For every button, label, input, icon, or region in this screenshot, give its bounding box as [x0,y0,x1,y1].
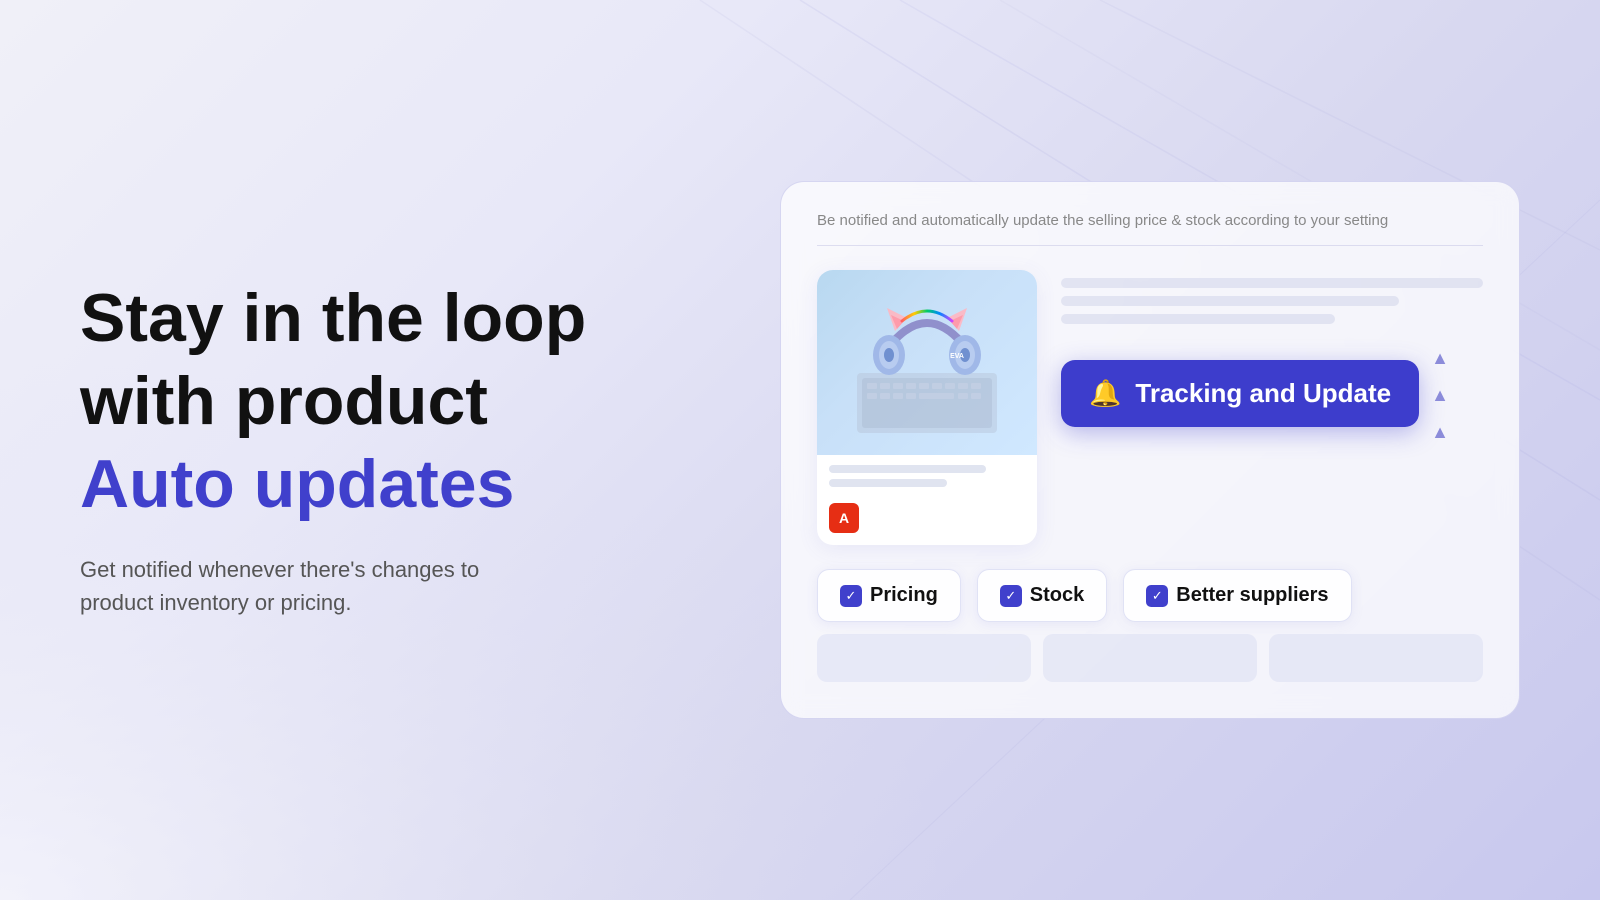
faded-box-2 [1043,634,1257,682]
svg-text:EVA: EVA [950,353,964,360]
check-icon-pricing: ✓ [840,585,862,607]
card-right-content: 🔔 Tracking and Update ▲ ▲ ▲ [1061,270,1483,443]
bottom-faded-row [817,634,1483,682]
headline-line2: with product [80,364,586,439]
card-subtitle: Be notified and automatically update the… [817,212,1483,246]
checkboxes-row: ✓ Pricing ✓ Stock ✓ Better suppliers [817,569,1483,622]
description-text: Get notified whenever there's changes to… [80,553,510,619]
checkbox-stock[interactable]: ✓ Stock [977,569,1107,622]
headline-accent: Auto updates [80,446,586,521]
bar-row-3 [1061,314,1335,324]
tracking-row: 🔔 Tracking and Update ▲ ▲ ▲ [1061,344,1483,443]
bar-row-2 [1061,296,1399,306]
product-image: EVA [817,270,1037,455]
left-panel: Stay in the loop with product Auto updat… [80,281,586,619]
checkbox-better-suppliers[interactable]: ✓ Better suppliers [1123,569,1351,622]
headphones-illustration: EVA [837,283,1017,443]
headline-line1: Stay in the loop [80,281,586,356]
check-icon-stock: ✓ [1000,585,1022,607]
tracking-button[interactable]: 🔔 Tracking and Update [1061,360,1419,427]
checkbox-label-pricing: Pricing [870,584,938,607]
main-card: Be notified and automatically update the… [780,181,1520,719]
right-panel: Be notified and automatically update the… [780,181,1520,719]
checkbox-pricing[interactable]: ✓ Pricing [817,569,961,622]
checkbox-label-stock: Stock [1030,584,1084,607]
placeholder-bars [1061,278,1483,324]
card-inner: EVA A [817,270,1483,545]
checkbox-label-suppliers: Better suppliers [1176,584,1328,607]
faded-box-3 [1269,634,1483,682]
faded-box-1 [817,634,1031,682]
arrow-down-icon: ▲ [1431,422,1449,443]
product-footer: A [817,497,1037,533]
arrow-mid-icon: ▲ [1431,385,1449,406]
product-price-line [829,479,947,487]
product-title-line [829,465,986,473]
aliexpress-logo: A [829,503,859,533]
bar-row-1 [1061,278,1483,288]
check-icon-suppliers: ✓ [1146,585,1168,607]
tracking-button-label: Tracking and Update [1135,378,1391,409]
product-text-area [817,455,1037,497]
bell-icon: 🔔 [1089,378,1121,409]
arrows-column: ▲ ▲ ▲ [1431,344,1449,443]
product-card: EVA A [817,270,1037,545]
arrow-up-icon: ▲ [1431,348,1449,369]
